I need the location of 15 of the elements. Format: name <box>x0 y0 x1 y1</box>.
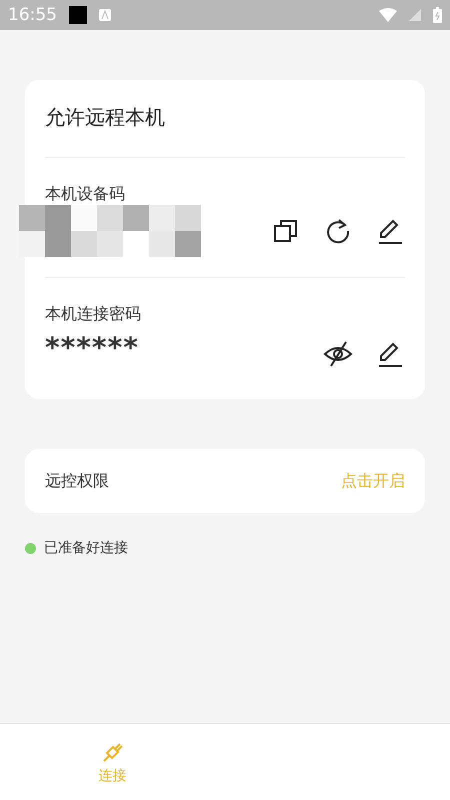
status-time: 16:55 <box>8 5 57 25</box>
device-code-label: 本机设备码 <box>45 184 126 205</box>
password-label: 本机连接密码 <box>45 304 142 325</box>
permission-label: 远控权限 <box>45 470 109 492</box>
notification-icon <box>69 6 87 24</box>
signal-icon <box>409 9 421 21</box>
battery-icon <box>433 7 442 23</box>
eye-off-icon[interactable] <box>323 339 353 369</box>
nav-tab[interactable]: 连接 <box>0 724 225 800</box>
wifi-icon <box>379 8 397 22</box>
enable-link[interactable]: 点击开启 <box>341 470 405 492</box>
keyboard-icon <box>99 9 111 21</box>
status-text: 已准备好连接 <box>44 539 128 557</box>
card-title: 允许远程本机 <box>45 80 405 158</box>
password-value: ****** <box>45 330 139 364</box>
